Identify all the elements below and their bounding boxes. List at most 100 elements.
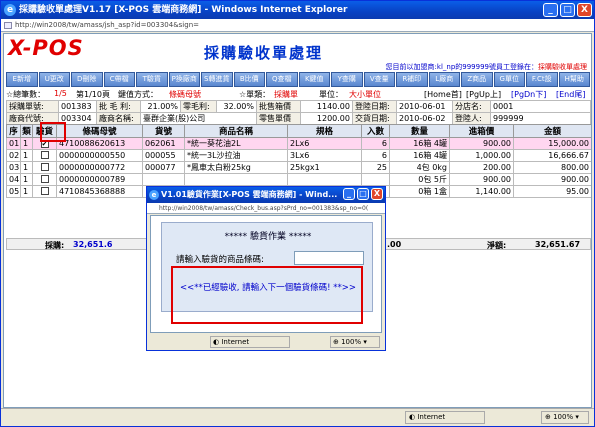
- cell-item-no: 000055: [142, 149, 185, 162]
- title-bar[interactable]: e 採購驗收單處理V1.17 [X-POS 雲端商務網] - Windows I…: [1, 1, 594, 19]
- col-barcode: 條碼母號: [56, 124, 143, 138]
- tool-delete-button[interactable]: D刪除: [71, 72, 103, 87]
- inspection-heading: ***** 驗貨作業 *****: [224, 232, 312, 242]
- tool-unit-button[interactable]: G單位: [493, 72, 525, 87]
- tool-settings-button[interactable]: F.Ct設: [526, 72, 558, 87]
- address-bar[interactable]: http://win2008/tw/amass/jsh_asp?id=00330…: [1, 19, 594, 32]
- key-value[interactable]: 條碼母號: [169, 89, 201, 100]
- type-value[interactable]: 採購單: [274, 89, 298, 100]
- gp-value[interactable]: 21.00%: [140, 100, 181, 113]
- retail-price-value[interactable]: 1200.00: [300, 112, 353, 125]
- inspect-checkbox[interactable]: [40, 174, 49, 183]
- tool-product-button[interactable]: Z商品: [461, 72, 493, 87]
- status-bar: ◐ Internet ⊕ 100% ▾: [1, 408, 594, 426]
- minimize-button[interactable]: _: [543, 3, 558, 17]
- nav-end[interactable]: [End尾]: [556, 89, 585, 100]
- tool-update-button[interactable]: U更改: [38, 72, 70, 87]
- page-icon: [4, 22, 12, 29]
- net-total-label: 淨額:: [487, 241, 507, 250]
- tool-purchase-query-button[interactable]: Y查購: [331, 72, 363, 87]
- cell-barcode: 0000000000550: [56, 149, 143, 162]
- status-zone: ◐ Internet: [405, 411, 485, 424]
- table-header-row: 序 類 驗貨 條碼母號 貨號 商品名稱 規格 入數 數量 進箱價 金額: [6, 124, 591, 138]
- table-row[interactable]: 01 1 ✔ 4710088620613 062061 *統一葵花油2L 2Lx…: [6, 137, 591, 150]
- reg-date-value[interactable]: 2010-06-01: [396, 100, 453, 113]
- table-row[interactable]: 02 1 0000000000550 000055 *統一3L沙拉油 3Lx6 …: [6, 149, 591, 162]
- tool-quantity-query-button[interactable]: V查量: [363, 72, 395, 87]
- cell-spec: 2Lx6: [287, 137, 362, 150]
- dialog-address-bar[interactable]: http://win2008/tw/amass/Check_bus.asp?sP…: [147, 203, 385, 214]
- order-value[interactable]: 001383: [58, 100, 97, 113]
- unit-value[interactable]: 大小單位: [349, 89, 381, 100]
- tool-help-button[interactable]: H幫助: [558, 72, 590, 87]
- branch-value[interactable]: 0001: [490, 100, 591, 113]
- tool-key-button[interactable]: K鍵值: [298, 72, 330, 87]
- cell-seq: 01: [6, 137, 21, 150]
- zgp-label: 零毛利:: [180, 100, 217, 113]
- status-zoom[interactable]: ⊕ 100% ▾: [541, 411, 589, 424]
- message-highlight: [171, 266, 363, 324]
- col-pack: 入數: [361, 124, 390, 138]
- dialog-minimize-button[interactable]: _: [343, 188, 355, 200]
- tool-to-stock-button[interactable]: S轉進貨: [201, 72, 233, 87]
- user-info: 您目前以加盟商:kl_np的999999號員工登錄在：採購驗收單處理: [386, 62, 587, 72]
- table-row[interactable]: 03 1 0000000000772 000077 *鳳車太白粉25kg 25k…: [6, 161, 591, 174]
- delivery-date-value[interactable]: 2010-06-02: [396, 112, 453, 125]
- status-zoom-label: 100%: [553, 413, 574, 421]
- nav-home[interactable]: [Home首]: [424, 89, 462, 100]
- close-button[interactable]: X: [577, 3, 592, 17]
- dialog-status-zoom-label: 100%: [341, 338, 362, 346]
- cell-type: 1: [20, 161, 33, 174]
- login-user-value[interactable]: 999999: [490, 112, 591, 125]
- tool-vendor-change-button[interactable]: P換廠商: [168, 72, 200, 87]
- cell-quantity: 0箱 1盒: [389, 185, 450, 198]
- zgp-value[interactable]: 32.00%: [216, 100, 257, 113]
- inspect-checkbox[interactable]: [40, 162, 49, 171]
- zoom-icon: ⊕: [545, 413, 554, 421]
- tool-vendor-button[interactable]: L廠商: [428, 72, 460, 87]
- inspect-checkbox[interactable]: [40, 186, 49, 195]
- inspection-dialog: e V1.01驗貨作業[X-POS 雲端商務網] - Wind... _ □ X…: [146, 186, 386, 351]
- col-spec: 規格: [287, 124, 362, 138]
- dialog-maximize-button[interactable]: □: [357, 188, 369, 200]
- net-total-value: 32,651.67: [535, 240, 581, 249]
- logo: X-POS: [8, 36, 84, 60]
- cell-inspect[interactable]: [32, 149, 57, 162]
- nav-pgup[interactable]: [PgUp上]: [466, 89, 501, 100]
- cell-type: 1: [20, 149, 33, 162]
- toolbar: E新增 U更改 D刪除 C帶檔 T驗貨 P換廠商 S轉進貨 B比價 Q查檔 K鍵…: [6, 72, 590, 87]
- cell-inspect[interactable]: [32, 173, 57, 186]
- order-label: 採購單號:: [6, 100, 59, 113]
- dialog-title-bar[interactable]: e V1.01驗貨作業[X-POS 雲端商務網] - Wind... _ □ X: [147, 187, 385, 203]
- tool-inspect-button[interactable]: T驗貨: [136, 72, 168, 87]
- col-seq: 序: [6, 124, 21, 138]
- middle-total-value: .00: [387, 240, 402, 249]
- tool-compare-button[interactable]: B比價: [233, 72, 265, 87]
- cell-inspect[interactable]: [32, 185, 57, 198]
- maximize-button[interactable]: □: [560, 3, 575, 17]
- cell-barcode: 0000000000772: [56, 161, 143, 174]
- tool-reprint-button[interactable]: R補印: [396, 72, 428, 87]
- box-price-value[interactable]: 1140.00: [300, 100, 353, 113]
- cell-type: 1: [20, 137, 33, 150]
- user-location: 採購驗收單處理: [538, 63, 587, 71]
- vendor-name-value[interactable]: 臺群企業(股)公司: [140, 112, 257, 125]
- user-prefix: 您目前以加盟商:kl_np的999999號員工登錄在：: [385, 63, 538, 71]
- type-label: ☆單類：: [239, 90, 271, 99]
- cell-product-name: *統一葵花油2L: [184, 137, 288, 150]
- nav-pgdn[interactable]: [PgDn下]: [511, 89, 546, 100]
- cell-box-price: 200.00: [449, 161, 514, 174]
- unit-label: 單位：: [319, 90, 343, 99]
- cell-inspect[interactable]: [32, 161, 57, 174]
- barcode-input[interactable]: [294, 251, 364, 265]
- dialog-status-zoom[interactable]: ⊕ 100% ▾: [330, 336, 380, 348]
- cell-item-no: 000077: [142, 161, 185, 174]
- tool-query-button[interactable]: Q查檔: [266, 72, 298, 87]
- cell-pack: 6: [361, 137, 390, 150]
- table-row[interactable]: 04 1 0000000000789 0包 5斤 900.00 900.00: [6, 173, 591, 186]
- dialog-close-button[interactable]: X: [371, 188, 383, 200]
- inspect-checkbox[interactable]: [40, 150, 49, 159]
- dialog-status-bar: ◐ Internet ⊕ 100% ▾: [150, 335, 382, 349]
- tool-new-button[interactable]: E新增: [6, 72, 38, 87]
- tool-load-button[interactable]: C帶檔: [103, 72, 135, 87]
